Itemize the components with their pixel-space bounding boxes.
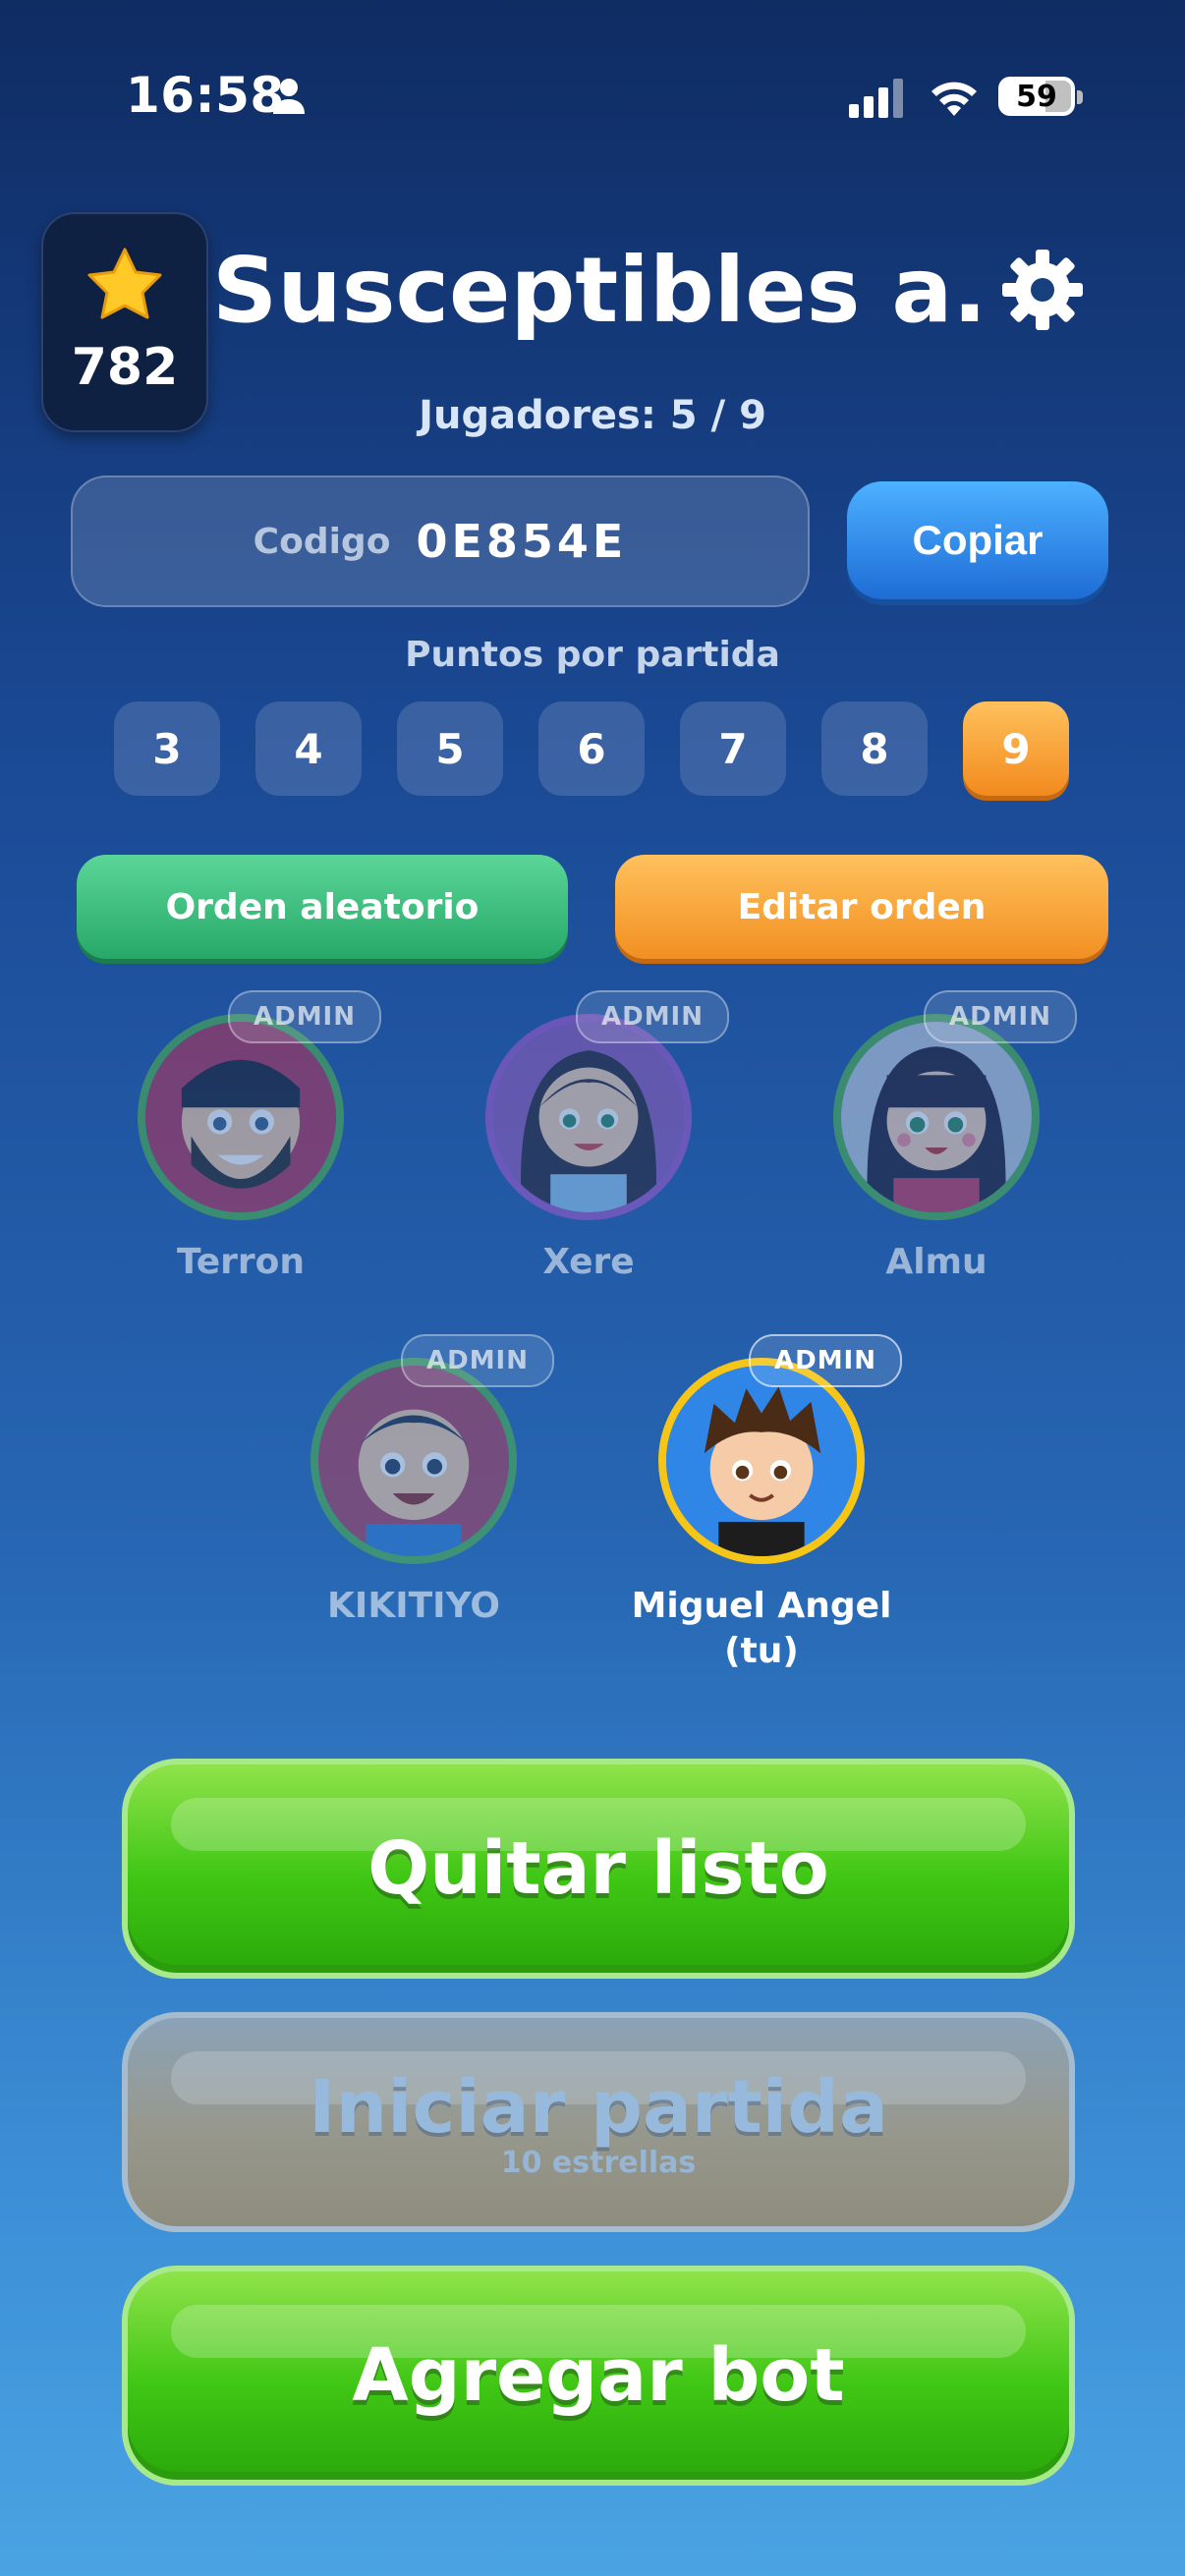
star-icon xyxy=(87,248,162,319)
avatar xyxy=(833,1014,1040,1220)
battery-level: 59 xyxy=(1016,79,1057,114)
room-title: Susceptibles a... xyxy=(212,238,979,343)
battery-icon: 59 xyxy=(998,77,1075,116)
random-order-button[interactable]: Orden aleatorio xyxy=(77,855,568,959)
avatar xyxy=(310,1358,517,1564)
points-option-3[interactable]: 3 xyxy=(114,701,220,796)
start-game-button[interactable]: Iniciar partida 10 estrellas xyxy=(122,2012,1075,2232)
player-card[interactable]: ADMIN Xere xyxy=(446,990,729,1305)
points-label: Puntos por partida xyxy=(405,635,780,675)
admin-badge: ADMIN xyxy=(228,990,381,1043)
player-name: Almu xyxy=(885,1242,988,1282)
points-option-8[interactable]: 8 xyxy=(821,701,928,796)
start-game-label: Iniciar partida xyxy=(308,2064,889,2150)
player-card[interactable]: ADMIN Almu xyxy=(794,990,1077,1305)
avatar xyxy=(485,1014,692,1220)
admin-badge: ADMIN xyxy=(924,990,1077,1043)
start-game-cost: 10 estrellas xyxy=(500,2145,697,2180)
unready-button[interactable]: Quitar listo xyxy=(122,1759,1075,1979)
status-time: 16:58 xyxy=(126,67,285,124)
player-name: Terron xyxy=(176,1242,306,1282)
cellular-signal-icon xyxy=(849,79,903,118)
unready-label: Quitar listo xyxy=(367,1826,829,1911)
points-option-6[interactable]: 6 xyxy=(538,701,645,796)
room-code-box: Codigo 0E854E xyxy=(71,476,810,607)
players-count: Jugadores: 5 / 9 xyxy=(419,393,766,438)
code-label: Codigo xyxy=(253,521,391,562)
avatar xyxy=(658,1358,865,1564)
player-card[interactable]: ADMIN KIKITIYO xyxy=(271,1334,554,1649)
player-name: KIKITIYO xyxy=(327,1586,500,1626)
gear-icon[interactable] xyxy=(998,246,1087,334)
points-option-4[interactable]: 4 xyxy=(255,701,362,796)
player-card-self[interactable]: ADMIN Miguel Angel (tu) xyxy=(619,1334,902,1688)
player-name: Xere xyxy=(542,1242,635,1282)
add-bot-button[interactable]: Agregar bot xyxy=(122,2266,1075,2486)
admin-badge: ADMIN xyxy=(576,990,729,1043)
points-option-7[interactable]: 7 xyxy=(680,701,786,796)
wifi-icon xyxy=(931,82,977,116)
add-bot-label: Agregar bot xyxy=(352,2333,845,2418)
points-option-9[interactable]: 9 xyxy=(963,701,1069,796)
points-option-5[interactable]: 5 xyxy=(397,701,503,796)
copy-button[interactable]: Copiar xyxy=(847,481,1108,599)
battery-tip xyxy=(1077,90,1083,104)
edit-order-button[interactable]: Editar orden xyxy=(615,855,1108,959)
person-icon xyxy=(273,79,305,114)
stars-count: 782 xyxy=(71,338,179,397)
player-card[interactable]: ADMIN Terron xyxy=(98,990,381,1305)
admin-badge: ADMIN xyxy=(749,1334,902,1387)
code-value: 0E854E xyxy=(416,515,628,568)
player-name: Miguel Angel (tu) xyxy=(631,1586,892,1671)
admin-badge: ADMIN xyxy=(401,1334,554,1387)
avatar xyxy=(138,1014,344,1220)
